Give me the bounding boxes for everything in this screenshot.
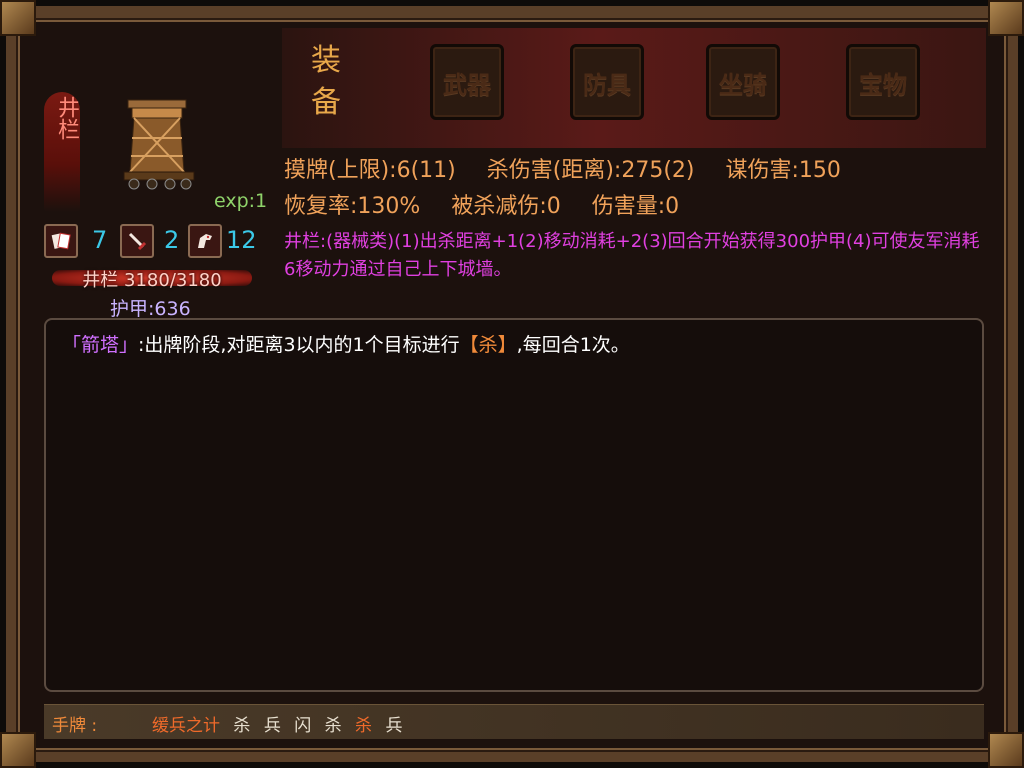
hand-card[interactable]: 杀 [355,716,372,736]
unit-stat-row: 7 2 12 [44,224,264,258]
hand-cards: 缓兵之计 杀 兵 闪 杀 杀 兵 [152,711,410,736]
skill-text-before: :出牌阶段,对距离3以内的1个目标进行 [138,334,460,356]
hp-text: 井栏 3180/3180 [82,270,222,291]
unit-name: 井栏 [54,96,79,140]
skill-name[interactable]: 「箭塔」 [62,334,138,356]
equipment-title: 装备 [311,43,341,120]
skill-panel: 「箭塔」:出牌阶段,对距离3以内的1个目标进行【杀】,每回合1次。 [44,318,984,692]
stat-attack-value: 2 [164,226,180,254]
horse-icon [188,224,222,258]
slot-armor[interactable]: 防具 [570,44,644,120]
hand-card[interactable]: 杀 [325,716,342,736]
frame-corner-top-left [0,0,36,36]
stat-cards-value: 7 [92,226,108,254]
stat-move-value: 12 [226,226,257,254]
hand-card[interactable]: 缓兵之计 [152,716,220,736]
attribute-line-2: 恢复率:130% 被杀减伤:0 伤害量:0 [284,188,703,220]
attr-recovery: 恢复率:130% [284,194,421,219]
hand-bar: 手牌 : 缓兵之计 杀 兵 闪 杀 杀 兵 [44,704,984,739]
hand-card[interactable]: 闪 [294,716,311,736]
attr-draw-limit: 摸牌(上限):6(11) [284,158,456,183]
skill-text-after: ,每回合1次。 [516,334,630,356]
slot-mount[interactable]: 坐骑 [706,44,780,120]
skill-kill-keyword[interactable]: 【杀】 [460,334,517,356]
unit-exp: exp:1 [214,190,268,212]
card-icon [44,224,78,258]
frame-corner-bottom-right [988,732,1024,768]
skill-line: 「箭塔」:出牌阶段,对距离3以内的1个目标进行【杀】,每回合1次。 [62,330,630,357]
sword-icon [120,224,154,258]
attr-kill-reduction: 被杀减伤:0 [451,194,561,219]
attribute-line-1: 摸牌(上限):6(11) 杀伤害(距离):275(2) 谋伤害:150 [284,152,865,184]
hand-card[interactable]: 兵 [385,716,402,736]
attr-strategy-damage: 谋伤害:150 [725,158,841,183]
hand-label: 手牌 : [52,716,98,736]
hand-card[interactable]: 杀 [233,716,250,736]
slot-weapon[interactable]: 武器 [430,44,504,120]
frame-corner-bottom-left [0,732,36,768]
hand-card[interactable]: 兵 [264,716,281,736]
attr-damage-dealt: 伤害量:0 [591,194,680,219]
unit-description: 井栏:(器械类)(1)出杀距离+1(2)移动消耗+2(3)回合开始获得300护甲… [284,231,980,280]
slot-treasure[interactable]: 宝物 [846,44,920,120]
armor-text: 护甲:636 [110,298,191,320]
siege-tower-portrait [123,99,195,190]
attr-kill-damage: 杀伤害(距离):275(2) [486,158,695,183]
frame-corner-top-right [988,0,1024,36]
